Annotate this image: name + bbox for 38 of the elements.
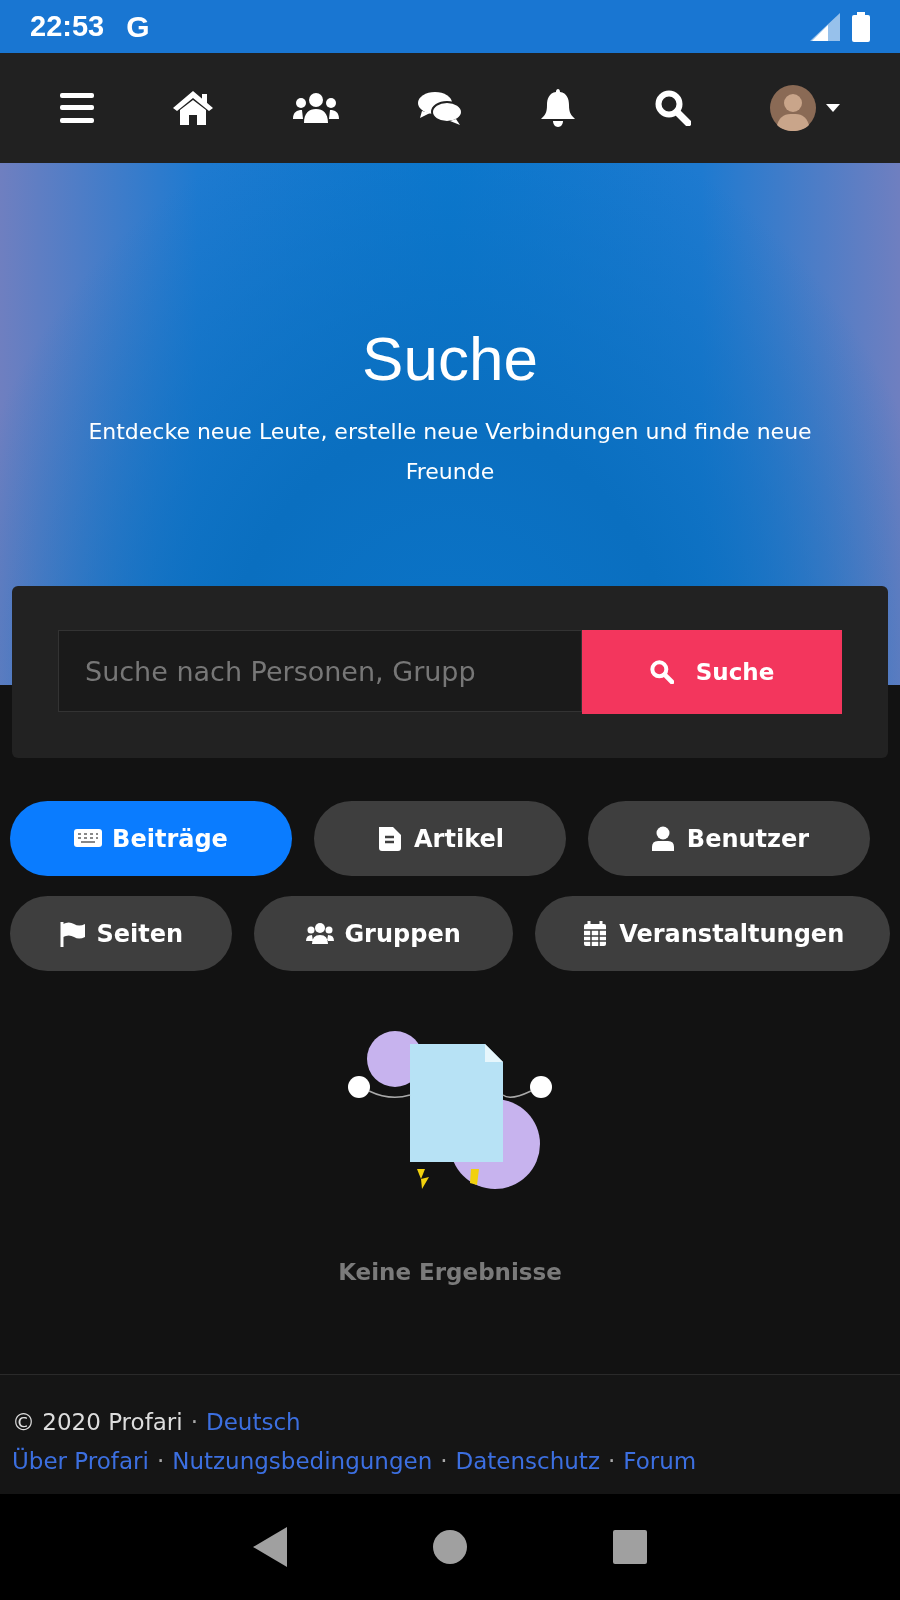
footer-link[interactable]: Nutzungsbedingungen — [172, 1442, 433, 1481]
users-icon — [306, 920, 335, 947]
footer-link[interactable]: Datenschutz — [455, 1442, 600, 1481]
app-glyph: G — [126, 9, 150, 44]
copyright-text: © 2020 Profari — [12, 1408, 183, 1437]
search-icon[interactable] — [654, 90, 691, 126]
page-subtitle: Entdecke neue Leute, erstelle neue Verbindungen und finde neue Freunde — [87, 418, 813, 486]
home-circle-icon[interactable] — [433, 1530, 467, 1564]
page-title: Suche — [362, 323, 538, 394]
separator-dot: · — [607, 1447, 616, 1476]
footer-link[interactable]: Über Profari — [12, 1442, 149, 1481]
search-field[interactable]: Suche nach Personen, Grupp — [58, 630, 582, 712]
home-icon[interactable] — [173, 91, 214, 125]
search-button[interactable]: Suche — [582, 630, 842, 714]
separator-dot: · — [190, 1408, 198, 1437]
language-link[interactable]: Deutsch — [206, 1403, 301, 1442]
separator-dot: · — [156, 1447, 165, 1476]
filter-tab[interactable]: Beiträge — [10, 801, 292, 876]
chat-icon[interactable] — [417, 91, 462, 125]
search-icon — [649, 660, 674, 684]
avatar-icon[interactable] — [770, 85, 817, 131]
empty-message: Keine Ergebnisse — [338, 1259, 562, 1285]
bell-icon[interactable] — [541, 89, 576, 127]
back-icon[interactable] — [253, 1527, 287, 1567]
status-time: 22:53 — [30, 10, 105, 43]
filter-tab[interactable]: Veranstaltungen — [535, 896, 890, 971]
caret-icon[interactable] — [826, 104, 841, 112]
filter-tab[interactable]: Seiten — [10, 896, 232, 971]
flag-icon — [58, 920, 87, 947]
users-icon[interactable] — [292, 93, 339, 123]
separator-dot: · — [440, 1447, 448, 1476]
filter-tab[interactable]: Gruppen — [253, 896, 514, 971]
footer-link[interactable]: Forum — [623, 1442, 697, 1481]
signal-icon — [810, 12, 840, 41]
filter-tab[interactable]: Benutzer — [588, 801, 870, 876]
battery-icon — [852, 11, 870, 42]
filter-tab[interactable]: Artikel — [314, 801, 566, 876]
menu-icon[interactable] — [59, 93, 94, 123]
